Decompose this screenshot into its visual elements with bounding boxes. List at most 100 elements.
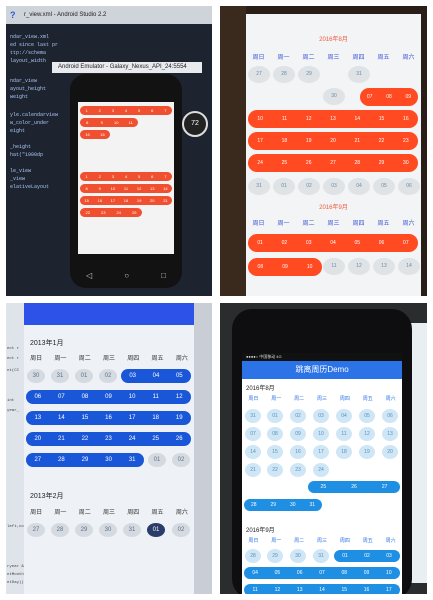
selected-week-band[interactable]: 15 16 bbox=[80, 130, 110, 139]
selected-week-band[interactable]: 08 09 10 bbox=[248, 258, 322, 276]
day-cell[interactable]: 05 bbox=[359, 409, 375, 423]
day-cell[interactable]: 09 bbox=[290, 427, 306, 441]
day-label: 26 bbox=[305, 160, 312, 166]
selected-week-band[interactable]: 28 29 30 31 bbox=[244, 499, 322, 511]
selected-week-band[interactable]: 04 05 06 07 08 09 10 bbox=[244, 567, 400, 579]
selected-week-band[interactable]: 13 14 15 16 17 18 19 bbox=[26, 411, 191, 425]
day-cell[interactable]: 21 bbox=[245, 463, 261, 477]
day-label: 18 bbox=[152, 415, 160, 421]
day-cell[interactable]: 24 bbox=[313, 463, 329, 477]
day-cell[interactable]: 16 bbox=[290, 445, 306, 459]
day-cell[interactable]: 11 bbox=[336, 427, 352, 441]
selected-week-band[interactable]: 17 18 19 20 21 22 23 bbox=[248, 132, 418, 150]
day-cell[interactable]: 31 bbox=[348, 66, 370, 83]
day-cell[interactable]: 10 bbox=[313, 427, 329, 441]
selected-week-band[interactable]: 24 25 26 27 28 29 30 bbox=[248, 154, 418, 172]
day-cell[interactable]: 01 bbox=[75, 369, 93, 383]
selected-week-band[interactable]: 20 21 22 23 24 25 26 bbox=[26, 432, 191, 446]
day-cell[interactable]: 31 bbox=[51, 369, 69, 383]
day-cell[interactable]: 22 bbox=[267, 463, 283, 477]
day-cell[interactable]: 29 bbox=[267, 549, 283, 563]
selected-week-band[interactable]: 1234567 bbox=[80, 106, 172, 115]
day-cell[interactable]: 02 bbox=[298, 178, 320, 195]
day-cell[interactable]: 15 bbox=[267, 445, 283, 459]
day-cell[interactable]: 29 bbox=[298, 66, 320, 83]
day-cell[interactable]: 13 bbox=[382, 427, 398, 441]
selected-week-band[interactable]: 8 9 10 11 12 13 14 bbox=[80, 184, 172, 193]
day-cell[interactable]: 14 bbox=[398, 258, 420, 275]
day-cell[interactable]: 20 bbox=[382, 445, 398, 459]
day-cell[interactable]: 28 bbox=[245, 549, 261, 563]
day-cell[interactable]: 31 bbox=[123, 523, 141, 537]
day-cell[interactable]: 01 bbox=[148, 453, 166, 467]
day-cell[interactable]: 06 bbox=[382, 409, 398, 423]
day-cell[interactable]: 30 bbox=[27, 369, 45, 383]
day-cell[interactable]: 07 bbox=[245, 427, 261, 441]
day-cell[interactable]: 31 bbox=[313, 549, 329, 563]
day-label: 14 bbox=[319, 587, 325, 593]
day-cell[interactable]: 31 bbox=[245, 409, 261, 423]
day-cell[interactable]: 01 bbox=[273, 178, 295, 195]
day-cell[interactable]: 17 bbox=[313, 445, 329, 459]
day-cell[interactable]: 02 bbox=[172, 523, 190, 537]
recents-icon[interactable]: □ bbox=[161, 271, 166, 280]
day-cell[interactable]: 02 bbox=[290, 409, 306, 423]
day-cell[interactable]: 04 bbox=[336, 409, 352, 423]
day-cell[interactable]: 01 bbox=[267, 409, 283, 423]
panel-phone-blue: ect r ect r nt(CC int year_ left,const S… bbox=[6, 303, 212, 594]
selected-week-band[interactable]: 01 02 03 04 05 06 07 bbox=[248, 234, 418, 252]
help-icon[interactable]: ? bbox=[10, 6, 16, 24]
selected-week-band[interactable]: 03 04 05 bbox=[121, 369, 191, 383]
selected-week-band[interactable]: 27 28 29 30 31 bbox=[26, 453, 144, 467]
day-cell[interactable]: 23 bbox=[290, 463, 306, 477]
day-cell[interactable]: 06 bbox=[398, 178, 420, 195]
code-line: int bbox=[7, 399, 15, 403]
day-cell[interactable]: 30 bbox=[290, 549, 306, 563]
day-cell[interactable]: 13 bbox=[373, 258, 395, 275]
selected-week-band[interactable]: 1234567 bbox=[80, 172, 172, 181]
selected-week-band[interactable]: 07 08 09 bbox=[360, 88, 418, 106]
day-cell[interactable]: 03 bbox=[323, 178, 345, 195]
day-label: 26 bbox=[175, 436, 183, 442]
day-cell[interactable]: 30 bbox=[99, 523, 117, 537]
selected-week-band[interactable]: 15 16 17 18 19 20 21 bbox=[80, 196, 172, 205]
selected-week-band[interactable]: 06 07 08 09 10 11 12 bbox=[26, 390, 191, 404]
emulator-screen[interactable]: 1234567 8 9 10 11 15 16 1234567 8 9 10 11 12 13 14… bbox=[78, 102, 174, 254]
day-cell[interactable]: 02 bbox=[99, 369, 117, 383]
day-cell[interactable]: 04 bbox=[348, 178, 370, 195]
day-label: 27 bbox=[381, 484, 388, 490]
day-cell[interactable]: 02 bbox=[172, 453, 190, 467]
day-cell[interactable]: 03 bbox=[313, 409, 329, 423]
home-icon[interactable]: ○ bbox=[124, 271, 129, 280]
phone-screen[interactable]: 2016年8月 周日 周一 周二 周三 周四 周五 周六 27 28 29 30 31 07… bbox=[246, 14, 421, 296]
weekday-label: 周日 bbox=[30, 510, 43, 516]
day-cell[interactable]: 12 bbox=[348, 258, 370, 275]
day-cell[interactable]: 28 bbox=[273, 66, 295, 83]
day-label: 20 bbox=[330, 138, 336, 144]
selected-week-band[interactable]: 8 9 10 11 bbox=[80, 118, 138, 127]
day-cell[interactable]: 11 bbox=[323, 258, 345, 275]
day-label: 20 bbox=[34, 436, 42, 442]
back-icon[interactable]: ◁ bbox=[86, 271, 92, 280]
day-cell[interactable]: 19 bbox=[359, 445, 375, 459]
phone-screen[interactable]: ●●●●○ 中国移动 4G 跳离周历Demo 2016年8月 周日 周一 周二 周三周… bbox=[242, 353, 402, 594]
day-cell-selected[interactable]: 01 bbox=[147, 523, 165, 537]
day-cell[interactable]: 27 bbox=[27, 523, 45, 537]
day-cell[interactable]: 12 bbox=[359, 427, 375, 441]
day-cell[interactable]: 18 bbox=[336, 445, 352, 459]
day-cell[interactable]: 14 bbox=[245, 445, 261, 459]
day-cell[interactable]: 05 bbox=[373, 178, 395, 195]
selected-week-band[interactable]: 11 12 13 14 15 16 17 bbox=[244, 584, 400, 594]
selected-week-band[interactable]: 10 11 12 13 14 15 16 bbox=[248, 110, 418, 128]
selected-week-band[interactable]: 25 26 27 bbox=[308, 481, 400, 493]
day-cell[interactable]: 27 bbox=[248, 66, 270, 83]
day-cell[interactable]: 29 bbox=[75, 523, 93, 537]
day-cell[interactable]: 08 bbox=[267, 427, 283, 441]
selected-week-band[interactable]: 01 02 03 bbox=[334, 550, 400, 562]
phone-screen[interactable]: 2013年1月 周日 周一 周二 周三 周四 周五 周六 30 31 01 02 03 04 0… bbox=[24, 303, 194, 594]
day-cell[interactable]: 30 bbox=[323, 88, 345, 105]
day-label: 07 bbox=[366, 94, 373, 100]
day-cell[interactable]: 28 bbox=[51, 523, 69, 537]
selected-week-band[interactable]: 22 23 24 25 bbox=[80, 208, 142, 217]
day-cell[interactable]: 31 bbox=[248, 178, 270, 195]
